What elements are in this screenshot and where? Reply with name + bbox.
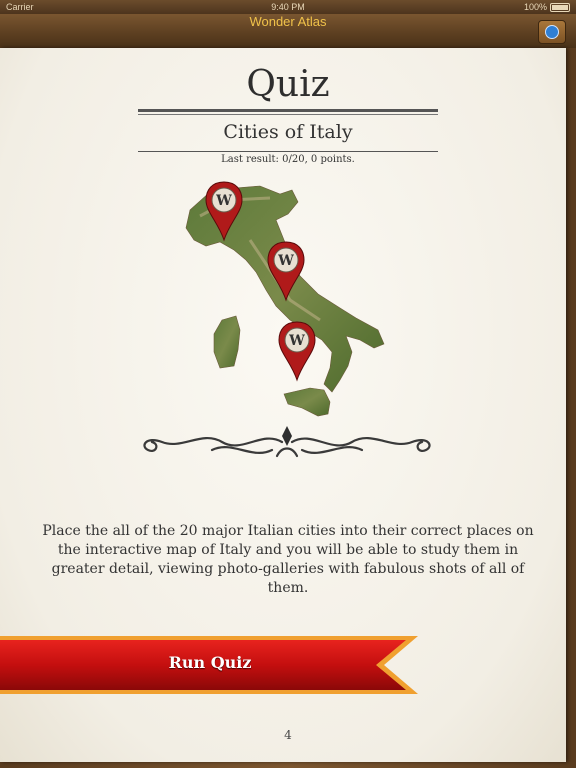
pin-letter: W xyxy=(277,253,294,269)
title-rule xyxy=(138,109,438,112)
italy-map: W W W xyxy=(185,181,385,417)
title-rule-thin xyxy=(138,114,438,115)
quiz-subtitle: Cities of Italy xyxy=(223,121,353,143)
info-button[interactable] xyxy=(538,20,566,44)
run-quiz-label: Run Quiz xyxy=(168,653,252,672)
clock: 9:40 PM xyxy=(271,2,305,12)
subtitle-rule xyxy=(138,151,438,152)
page-number: 4 xyxy=(284,728,292,742)
status-bar: Carrier 9:40 PM 100% xyxy=(0,0,576,14)
book-frame: Quiz Cities of Italy Last result: 0/20, … xyxy=(0,48,576,768)
decorative-ornament xyxy=(143,426,431,458)
pin-letter: W xyxy=(215,193,232,209)
nav-bar: Wonder Atlas xyxy=(0,14,576,50)
quiz-description: Place the all of the 20 major Italian ci… xyxy=(42,523,534,596)
page-title: Quiz xyxy=(246,64,330,105)
map-pin[interactable]: W xyxy=(278,321,316,382)
pin-letter: W xyxy=(288,333,305,349)
app-title: Wonder Atlas xyxy=(249,14,327,29)
page: Quiz Cities of Italy Last result: 0/20, … xyxy=(0,48,566,762)
battery-percent: 100% xyxy=(523,2,547,12)
last-result: Last result: 0/20, 0 points. xyxy=(221,154,355,165)
run-quiz-button[interactable]: Run Quiz xyxy=(0,634,420,696)
battery-indicator: 100% xyxy=(524,2,570,12)
battery-icon xyxy=(550,2,570,12)
info-icon xyxy=(545,25,559,39)
sardinia xyxy=(213,315,241,369)
sicily xyxy=(283,387,331,417)
